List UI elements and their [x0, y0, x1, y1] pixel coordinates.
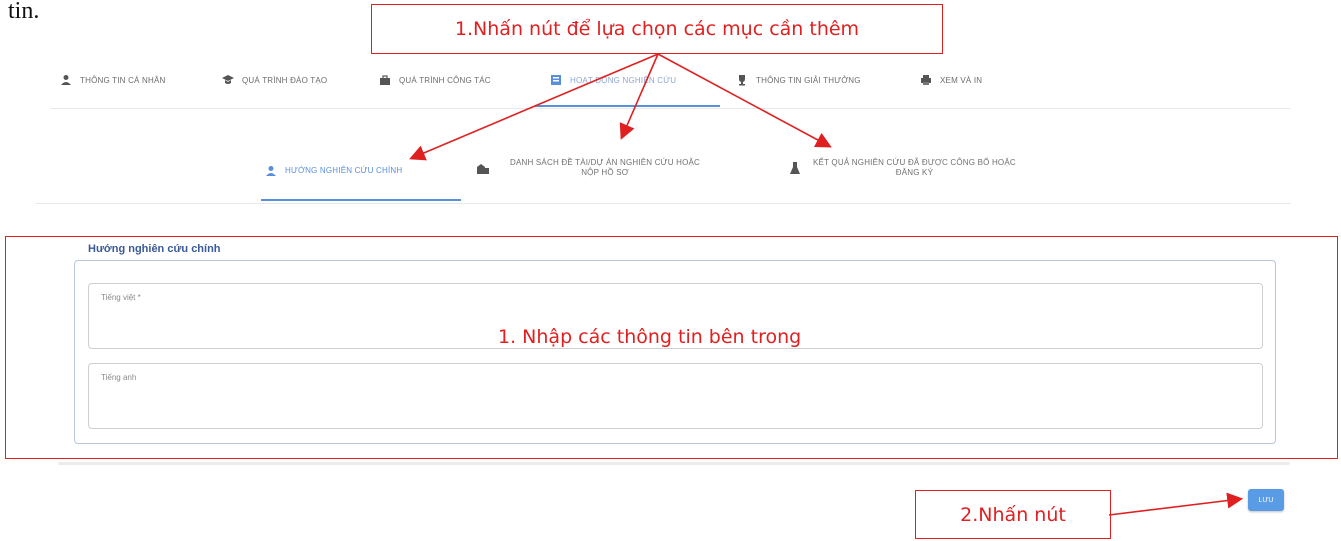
subtab-main-research-direction[interactable]: HƯỚNG NGHIÊN CỨU CHÍNH: [265, 163, 402, 179]
graduation-cap-icon: [222, 74, 234, 86]
briefcase-icon: [379, 74, 391, 86]
annotation-select-callout: 1.Nhấn nút để lựa chọn các mục cần thêm: [371, 4, 943, 54]
printer-icon: [920, 74, 932, 86]
tab-label: XEM VÀ IN: [940, 75, 983, 85]
subtab-published-results[interactable]: KẾT QUẢ NGHIÊN CỨU ĐÃ ĐƯỢC CÔNG BỐ HOẶC …: [789, 154, 1016, 182]
book-icon: [550, 74, 562, 86]
subtab-label-line1: KẾT QUẢ NGHIÊN CỨU ĐÃ ĐƯỢC CÔNG BỐ HOẶC: [813, 158, 1016, 167]
annotation-input-note: 1. Nhập các thông tin bên trong: [498, 326, 802, 348]
tab-personal-info[interactable]: THÔNG TIN CÁ NHÂN: [60, 68, 165, 92]
active-tab-indicator: [535, 105, 720, 107]
tab-work-history[interactable]: QUÁ TRÌNH CÔNG TÁC: [379, 68, 491, 92]
building-icon: [476, 161, 490, 175]
subtab-label-line1: DANH SÁCH ĐỀ TÀI/DỰ ÁN NGHIÊN CỨU HOẶC: [510, 158, 701, 167]
annotation-click-text: 2.Nhấn nút: [960, 503, 1066, 526]
tab-label: QUÁ TRÌNH CÔNG TÁC: [399, 75, 491, 85]
active-subtab-indicator: [261, 199, 461, 201]
trophy-icon: [736, 74, 748, 86]
tab-label: HOẠT ĐỘNG NGHIÊN CỨU: [570, 75, 677, 85]
card-bottom-edge: [58, 462, 1290, 465]
subtab-project-list[interactable]: DANH SÁCH ĐỀ TÀI/DỰ ÁN NGHIÊN CỨU HOẶC N…: [476, 154, 700, 182]
annotation-select-text: 1.Nhấn nút để lựa chọn các mục cần thêm: [454, 18, 860, 40]
subtab-label-line2: ĐĂNG KÝ: [895, 168, 934, 177]
tab-label: QUÁ TRÌNH ĐÀO TẠO: [242, 75, 328, 85]
subtab-label-line2: NỘP HỒ SƠ: [581, 168, 629, 177]
tab-view-print[interactable]: XEM VÀ IN: [920, 68, 982, 92]
arrow-to-save-button: [1108, 492, 1244, 516]
flask-icon: [789, 161, 801, 175]
document-text-fragment: tin.: [8, 0, 40, 24]
tab-label: THÔNG TIN GIẢI THƯỞNG: [756, 75, 861, 85]
annotation-click-callout: 2.Nhấn nút: [915, 490, 1111, 539]
tab-research-activity[interactable]: HOẠT ĐỘNG NGHIÊN CỨU: [550, 68, 676, 92]
tab-awards[interactable]: THÔNG TIN GIẢI THƯỞNG: [736, 68, 861, 92]
tab-label: THÔNG TIN CÁ NHÂN: [80, 75, 166, 85]
save-button[interactable]: LƯU: [1248, 489, 1284, 511]
user-icon: [265, 165, 277, 177]
subtab-label: HƯỚNG NGHIÊN CỨU CHÍNH: [285, 166, 403, 175]
tab-training[interactable]: QUÁ TRÌNH ĐÀO TẠO: [222, 68, 327, 92]
user-icon: [60, 74, 72, 86]
